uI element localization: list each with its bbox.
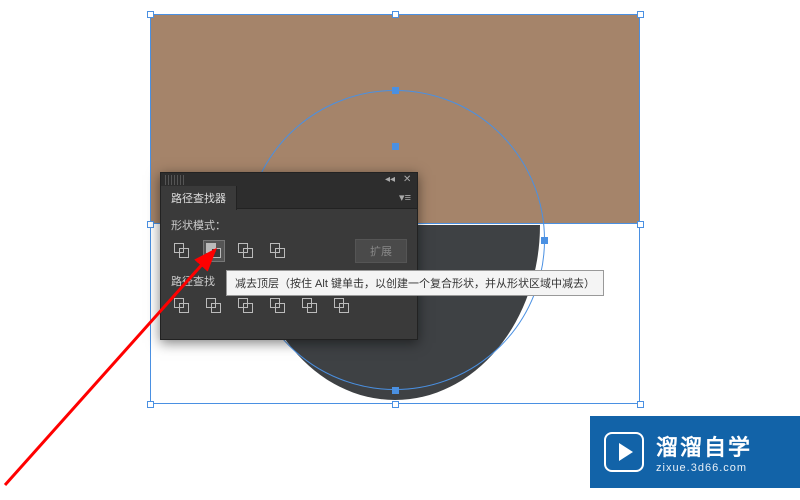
handle-w-mid[interactable]	[147, 221, 154, 228]
watermark-badge: 溜溜自学 zixue.3d66.com	[590, 416, 800, 488]
handle-se[interactable]	[637, 401, 644, 408]
center-point[interactable]	[392, 143, 399, 150]
divide-button[interactable]	[171, 295, 193, 317]
watermark-url: zixue.3d66.com	[656, 462, 752, 474]
handle-sw[interactable]	[147, 401, 154, 408]
anchor-top[interactable]	[392, 87, 399, 94]
handle-n[interactable]	[392, 11, 399, 18]
pathfinder-row	[171, 295, 407, 317]
exclude-button[interactable]	[267, 240, 289, 262]
expand-button[interactable]: 扩展	[355, 239, 407, 263]
handle-e-mid[interactable]	[637, 221, 644, 228]
panel-tabs: 路径查找器 ▾≡	[161, 187, 417, 209]
anchor-bottom[interactable]	[392, 387, 399, 394]
shape-mode-label: 形状模式：	[171, 217, 407, 233]
anchor-right[interactable]	[541, 237, 548, 244]
play-logo-icon	[604, 432, 644, 472]
handle-nw[interactable]	[147, 11, 154, 18]
panel-grip-icon	[165, 175, 185, 185]
intersect-button[interactable]	[235, 240, 257, 262]
pathfinder-panel: ◂◂ ✕ 路径查找器 ▾≡ 形状模式： 扩展 路径查找	[160, 172, 418, 340]
minus-front-button[interactable]	[203, 240, 225, 262]
minus-back-button[interactable]	[331, 295, 353, 317]
handle-ne[interactable]	[637, 11, 644, 18]
outline-button[interactable]	[299, 295, 321, 317]
trim-button[interactable]	[203, 295, 225, 317]
tab-pathfinder[interactable]: 路径查找器	[161, 186, 237, 210]
merge-button[interactable]	[235, 295, 257, 317]
handle-s[interactable]	[392, 401, 399, 408]
unite-button[interactable]	[171, 240, 193, 262]
tooltip-minus-front: 减去顶层（按住 Alt 键单击，以创建一个复合形状，并从形状区域中减去）	[226, 270, 604, 296]
collapse-icon[interactable]: ◂◂	[385, 175, 395, 185]
watermark-title: 溜溜自学	[656, 430, 752, 462]
panel-menu-icon[interactable]: ▾≡	[393, 191, 417, 204]
shape-mode-row: 扩展	[171, 239, 407, 263]
close-icon[interactable]: ✕	[403, 175, 413, 185]
crop-button[interactable]	[267, 295, 289, 317]
